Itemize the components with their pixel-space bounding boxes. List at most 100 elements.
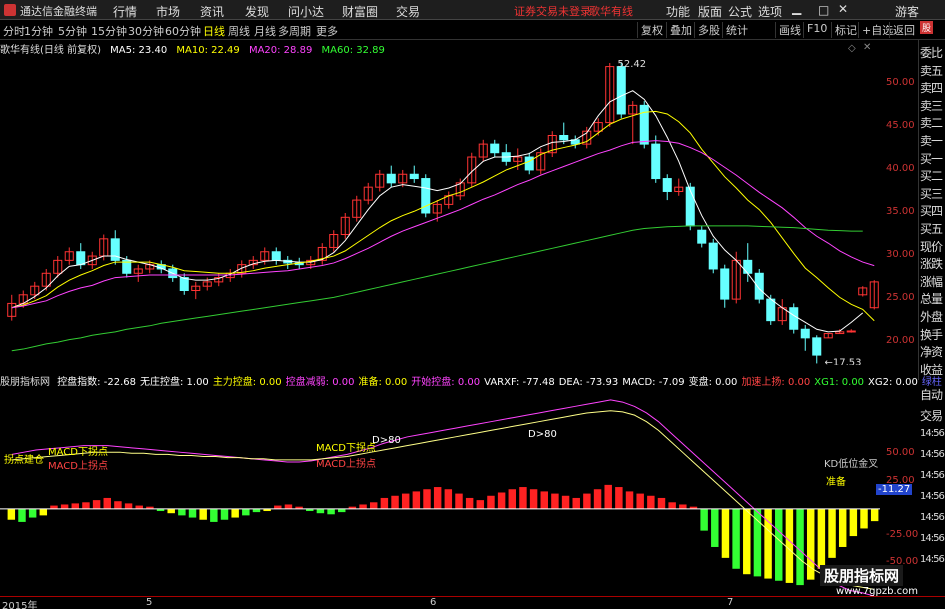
period-daily[interactable]: 日线 [203,23,225,39]
stats-button[interactable]: 统计 [722,22,751,38]
side-panel-item[interactable]: 买四 [920,202,943,219]
macd-bar [18,508,26,522]
price-low-label: ←17.53 [825,357,862,365]
price-high-label: 52.42 [618,59,647,70]
menu-news[interactable]: 资讯 [200,3,224,20]
candlestick-chart[interactable]: 52.42 ←17.53 [0,55,918,365]
indicator-name[interactable]: 股朋指标网 [0,377,50,388]
side-panel-item[interactable]: 买二 [920,167,943,184]
close-icon[interactable]: ✕ [838,2,848,16]
login-status[interactable]: 证券交易未登录 [514,3,591,19]
macd-bar [327,508,335,515]
side-panel-item[interactable]: 委比 [920,44,943,61]
period-more[interactable]: 更多 [316,23,338,39]
candle-body [409,173,419,180]
candle-body [524,156,534,171]
side-panel-item[interactable]: 换手 [920,326,943,343]
macd-bar [497,492,506,509]
back-button[interactable]: 返回 [889,22,918,38]
indicator-side-item[interactable]: 14:56 [920,491,945,502]
menu-discover[interactable]: 发现 [245,3,269,20]
period-intraday[interactable]: 分时 [3,23,25,39]
menu-layout[interactable]: 版面 [698,3,722,20]
candle-body [743,259,753,274]
indicator-side-item[interactable]: 14:56 [920,470,945,481]
side-panel-item[interactable]: 卖二 [920,114,943,131]
price-tick-label: 35.00 [886,206,915,217]
indicator-side-item[interactable]: 14:56 [920,533,945,544]
macd-bar [860,508,868,529]
macd-bar [380,497,389,509]
f10-button[interactable]: F10 [803,22,830,38]
price-tick-label: 50.00 [886,76,915,88]
candle-body [697,229,707,244]
guest-label[interactable]: 游客 [895,3,919,20]
macd-bar [242,508,250,516]
side-panel-item[interactable]: 卖一 [920,132,943,149]
side-panel-item[interactable]: 卖五 [920,62,943,79]
menu-wealth[interactable]: 财富圈 [342,3,378,20]
macd-bar [572,497,580,509]
period-monthly[interactable]: 月线 [254,23,276,39]
date-label: 6 [430,597,437,608]
side-panel-item[interactable]: 净资 [920,343,943,360]
price-tick-label: 25.00 [886,292,915,304]
menu-market[interactable]: 市场 [156,3,180,20]
side-panel-item[interactable]: 买一 [920,150,943,167]
macd-bar [775,508,783,581]
adjust-button[interactable]: 复权 [637,22,666,38]
indicator-annotation: MACD上拐点 [48,459,108,472]
indicator-annotation: 准备 [826,475,846,488]
indicator-tick-label: 50.00 [886,447,915,459]
candle-body [179,277,189,291]
draw-button[interactable]: 画线 [775,22,804,38]
period-multi[interactable]: 多周期 [278,23,311,39]
menu-function[interactable]: 功能 [666,3,690,20]
menu-formula[interactable]: 公式 [728,3,752,20]
side-panel-item[interactable]: 涨跌 [920,255,943,272]
indicator-side-item[interactable]: 14:56 [920,512,945,523]
mark-button[interactable]: 标记 [831,22,860,38]
candle-body [800,328,810,339]
indicator-annotation: MACD下拐点 [316,441,376,454]
side-panel-item[interactable]: 卖四 [920,79,943,96]
menu-options[interactable]: 选项 [758,3,782,20]
indicator-tick-label: -25.00 [886,529,919,541]
side-panel-item[interactable]: 总量 [920,290,943,307]
side-panel-item[interactable]: 买三 [920,185,943,202]
date-label: 2015年 [2,601,38,609]
overlay-button[interactable]: 叠加 [666,22,695,38]
menu-trade[interactable]: 交易 [396,3,420,20]
menu-quotes[interactable]: 行情 [113,3,137,20]
period-15min[interactable]: 15分钟 [91,23,127,39]
macd-bar [476,500,485,509]
side-panel-item[interactable]: 外盘 [920,308,943,325]
macd-bar [284,504,293,509]
period-1min[interactable]: 1分钟 [24,23,53,39]
indicator-side-item[interactable]: 14:56 [920,554,945,565]
maximize-icon[interactable]: □ [818,3,829,17]
side-panel-item[interactable]: 买五 [920,220,943,237]
period-30min[interactable]: 30分钟 [128,23,164,39]
multi-stock-button[interactable]: 多股 [694,22,723,38]
period-60min[interactable]: 60分钟 [165,23,201,39]
indicator-tail: 绿柱 [921,377,942,388]
indicator-side-item[interactable]: 交易 [920,407,943,424]
indicator-chart[interactable]: 拐点建仓MACD上拐点MACD下拐点 MACD下拐点MACD上拐点D>80D>80… [0,389,918,596]
chart-close-icon[interactable]: ✕ [863,42,871,53]
side-panel-item[interactable]: 现价 [920,238,943,255]
indicator-side-item[interactable]: 14:56 [920,449,945,460]
macd-bar [412,491,421,509]
side-panel-item[interactable]: 卖三 [920,97,943,114]
candle-body [754,272,764,300]
menu-xiaoda[interactable]: 问小达 [288,3,324,20]
period-weekly[interactable]: 周线 [228,23,250,39]
chart-shrink-icon[interactable]: ◇ [848,43,856,54]
period-5min[interactable]: 5分钟 [58,23,87,39]
macd-bar [124,503,133,509]
macd-bar [7,508,16,520]
candle-body [812,337,822,356]
side-panel-item[interactable]: 涨幅 [920,273,943,290]
indicator-side-item[interactable]: 14:56 [920,428,945,439]
minimize-icon[interactable]: ▁ [792,1,801,15]
